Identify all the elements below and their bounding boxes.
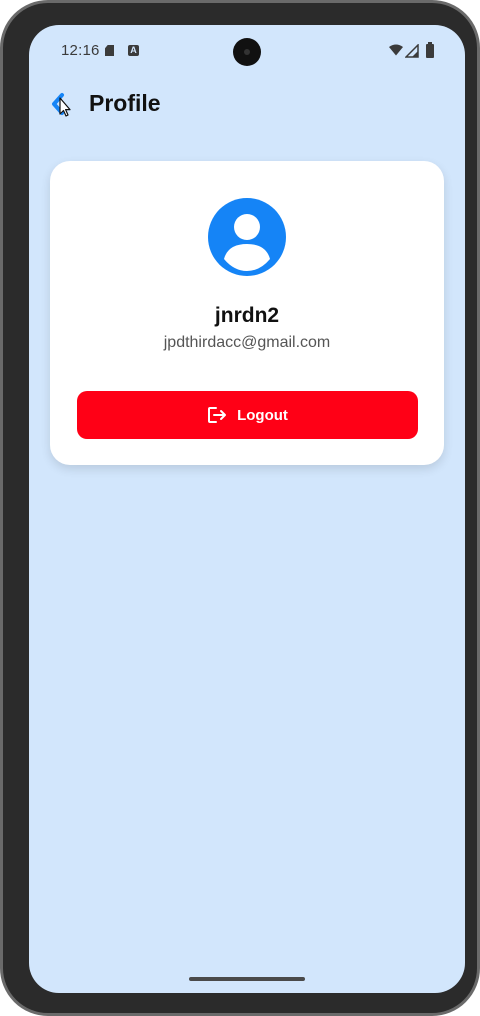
logout-icon bbox=[208, 407, 227, 423]
sd-card-icon bbox=[105, 45, 114, 56]
app-header: Profile bbox=[29, 85, 465, 125]
page-title: Profile bbox=[89, 90, 161, 116]
a-notification-icon: A bbox=[128, 45, 139, 56]
screen: 12:16 A Profile jnrdn2 jpdthirdacc@gmail… bbox=[29, 25, 465, 993]
logout-label: Logout bbox=[237, 406, 288, 424]
back-arrow-icon bbox=[52, 93, 71, 117]
status-bar: 12:16 A bbox=[29, 25, 465, 77]
status-time: 12:16 bbox=[61, 42, 100, 59]
profile-card: jnrdn2 jpdthirdacc@gmail.com Logout bbox=[50, 161, 444, 465]
front-camera bbox=[233, 38, 261, 66]
wifi-icon bbox=[389, 44, 403, 56]
signal-icon bbox=[405, 44, 419, 58]
user-email: jpdthirdacc@gmail.com bbox=[163, 334, 331, 351]
device-frame: 12:16 A Profile jnrdn2 jpdthirdacc@gmail… bbox=[0, 0, 480, 1016]
username: jnrdn2 bbox=[214, 304, 280, 327]
user-avatar-icon bbox=[208, 198, 286, 276]
battery-icon bbox=[426, 42, 434, 58]
home-indicator[interactable] bbox=[189, 977, 305, 981]
back-button[interactable] bbox=[49, 89, 79, 119]
logout-button[interactable]: Logout bbox=[77, 391, 418, 439]
